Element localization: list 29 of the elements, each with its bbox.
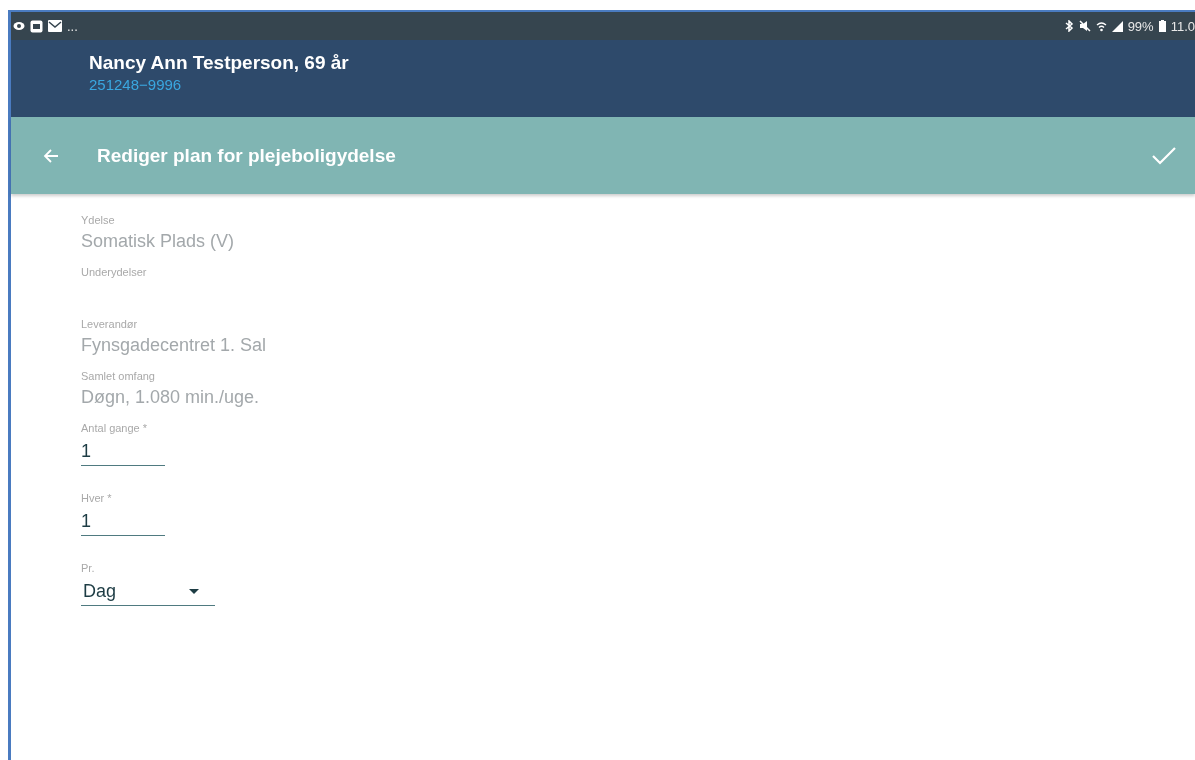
field-value: Somatisk Plads (V)	[81, 231, 235, 252]
field-label: Samlet omfang	[81, 370, 155, 382]
caret-icon	[189, 589, 199, 594]
input-field[interactable]: 1	[81, 509, 165, 536]
mail-icon	[48, 20, 62, 32]
field-label: Hver *	[81, 492, 112, 504]
clock: 11.0	[1170, 18, 1195, 34]
page-title: Rediger plan for plejeboligydelse	[97, 144, 397, 167]
mute-icon	[1078, 20, 1091, 32]
notification-more: ...	[67, 18, 78, 34]
patient-cpr: 251248−9996	[89, 76, 183, 93]
field-value: Fynsgadecentret 1. Sal	[81, 335, 267, 356]
patient-name: Nancy Ann Testperson, 69 år	[89, 52, 350, 74]
field-label: Pr.	[81, 562, 95, 574]
field-label: Leverandør	[81, 318, 138, 330]
battery-icon	[1158, 20, 1166, 32]
checkmark-icon	[1151, 145, 1177, 166]
field-label: Ydelse	[81, 214, 115, 226]
bluetooth-icon	[1064, 20, 1074, 32]
field-value: Døgn, 1.080 min./uge.	[81, 387, 260, 408]
wifi-icon	[1095, 20, 1107, 32]
screen-icon	[30, 19, 43, 33]
input-field[interactable]: 1	[81, 439, 165, 466]
dropdown[interactable]: Dag	[81, 579, 215, 606]
signal-icon	[1111, 20, 1123, 32]
field-label: Underydelser	[81, 266, 147, 278]
field-label: Antal gange *	[81, 422, 148, 434]
battery-percent: 99%	[1127, 18, 1154, 34]
back-arrow-icon	[43, 147, 59, 164]
